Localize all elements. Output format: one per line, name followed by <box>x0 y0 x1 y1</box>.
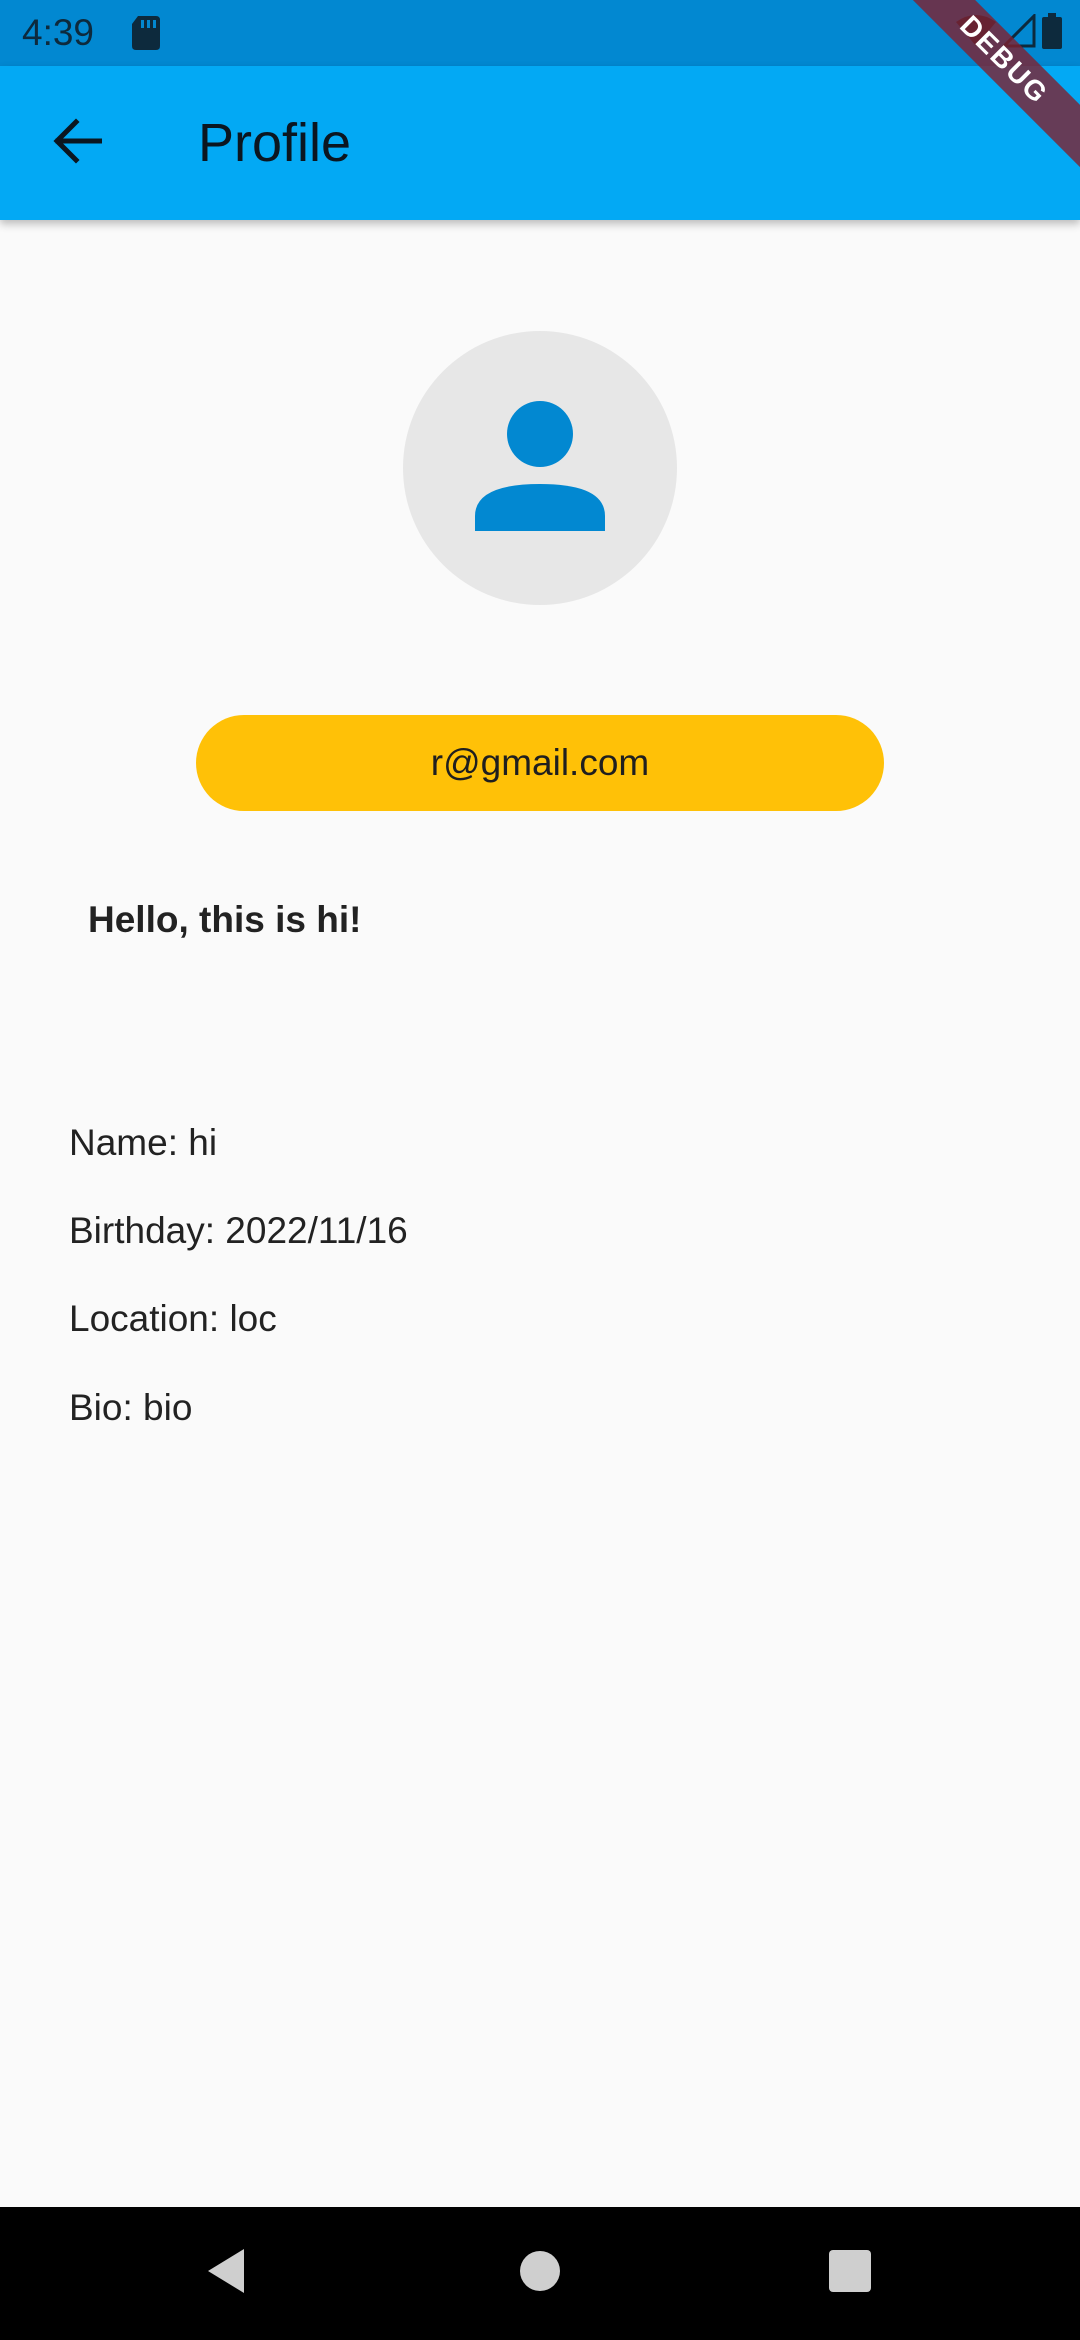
status-time: 4:39 <box>22 12 95 53</box>
arrow-back-icon <box>52 117 103 169</box>
email-badge: r@gmail.com <box>196 715 884 811</box>
email-text: r@gmail.com <box>430 742 650 783</box>
location-text: Location: loc <box>69 1298 277 1339</box>
nav-recents-button[interactable] <box>814 2207 886 2340</box>
navigation-bar <box>0 2207 1080 2340</box>
name-text: Name: hi <box>69 1122 218 1163</box>
person-icon <box>475 400 605 536</box>
birthday-text: Birthday: 2022/11/16 <box>69 1210 408 1251</box>
sd-card-icon <box>132 16 160 50</box>
bio-text: Bio: bio <box>69 1387 193 1428</box>
battery-icon <box>1042 12 1062 54</box>
back-nav-icon <box>204 2247 248 2300</box>
nav-back-button[interactable] <box>190 2207 262 2340</box>
profile-screen: 4:39 Profile DEBUG r@gmail.com Hello, th… <box>0 0 1080 2340</box>
back-button[interactable] <box>36 109 118 177</box>
avatar <box>403 331 677 605</box>
nav-home-button[interactable] <box>504 2207 576 2340</box>
recents-nav-icon <box>829 2250 871 2297</box>
greeting-text: Hello, this is hi! <box>88 899 362 940</box>
status-bar: 4:39 <box>0 0 1080 66</box>
page-title: Profile <box>198 113 352 173</box>
app-bar: Profile <box>0 66 1080 220</box>
home-nav-icon <box>519 2250 561 2297</box>
